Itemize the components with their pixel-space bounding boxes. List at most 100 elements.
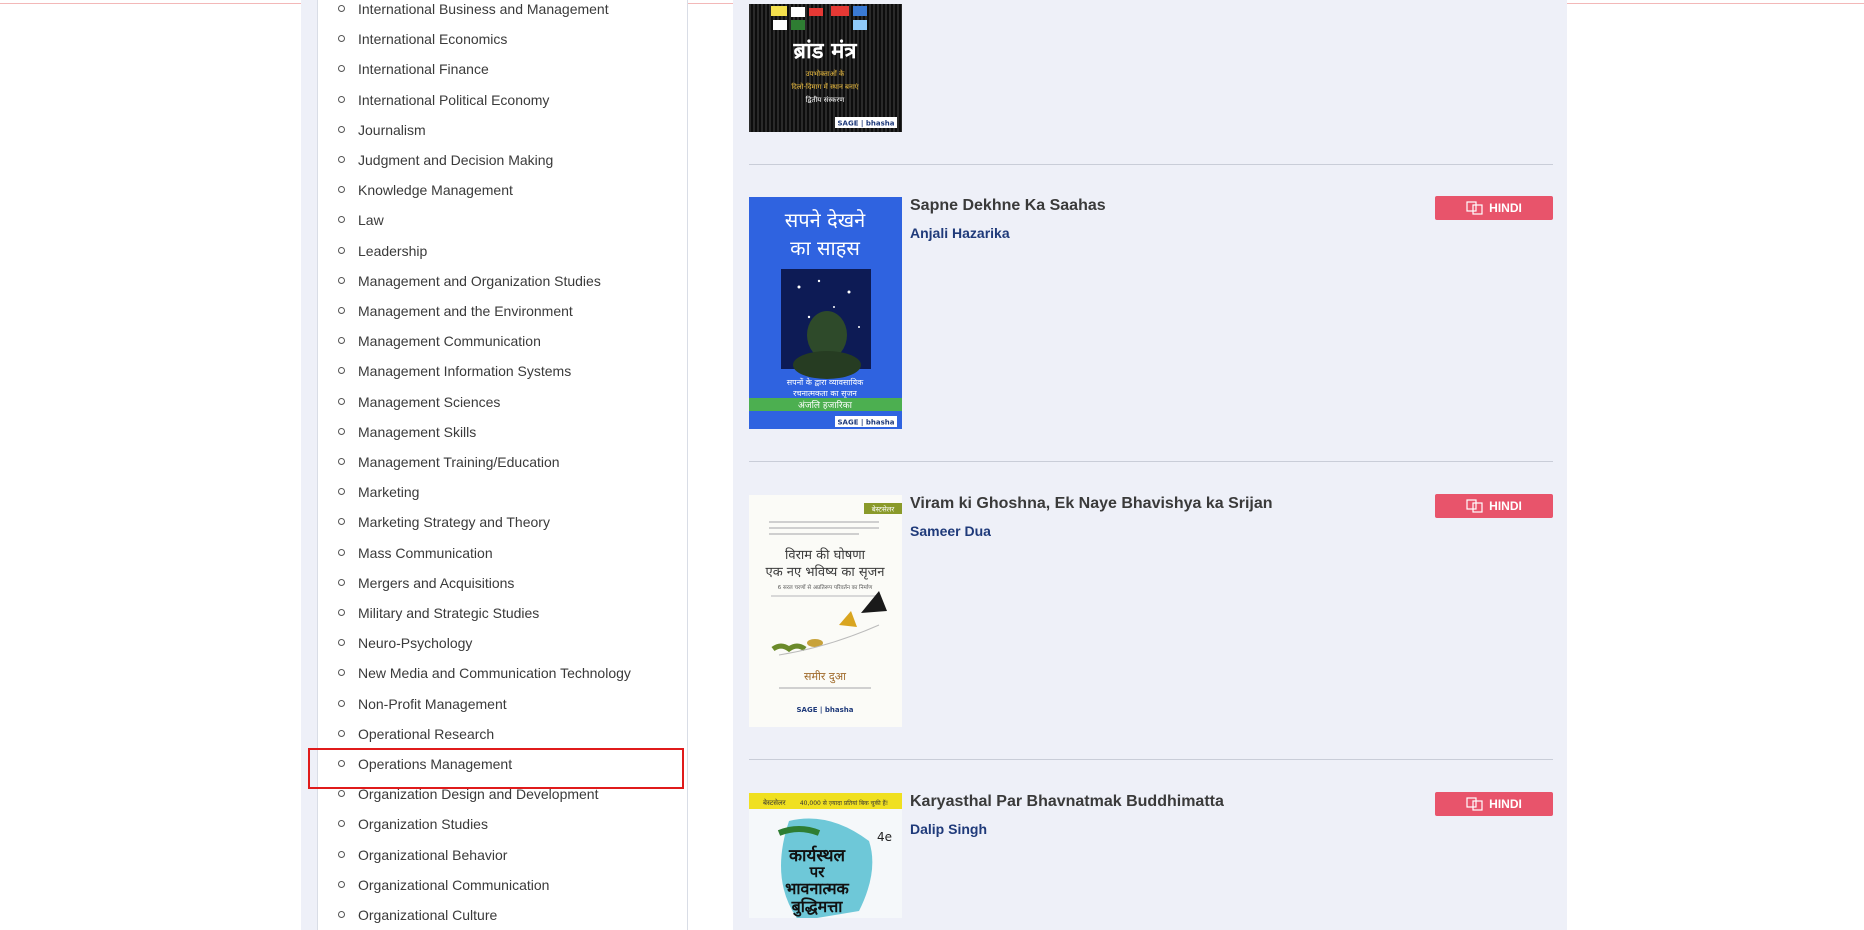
language-button[interactable]: HINDI xyxy=(1435,792,1553,816)
category-link[interactable]: Mass Communication xyxy=(338,543,493,563)
cover-title-text: ब्रांड मंत्र xyxy=(793,39,858,64)
category-link[interactable]: Marketing xyxy=(338,482,419,502)
bullet-icon xyxy=(338,64,345,72)
selected-category-highlight xyxy=(308,748,684,789)
book-cover[interactable]: ब्रांड मंत्र उपभोक्ताओं के दिलो-दिमाग मे… xyxy=(749,4,902,132)
category-link[interactable]: International Economics xyxy=(338,29,507,49)
bullet-icon xyxy=(338,638,345,646)
category-link[interactable]: Organizational Communication xyxy=(338,875,549,895)
category-label: Organization Studies xyxy=(358,816,488,832)
bullet-icon xyxy=(338,125,345,133)
svg-text:40,000 से ज़्यादा प्रतियां बिक: 40,000 से ज़्यादा प्रतियां बिक चुकी हैं! xyxy=(800,799,888,807)
category-link[interactable]: Operational Research xyxy=(338,724,494,744)
category-label: Management Training/Education xyxy=(358,454,560,470)
category-label: Mergers and Acquisitions xyxy=(358,575,515,591)
bullet-icon xyxy=(338,366,345,374)
book-author[interactable]: Dalip Singh xyxy=(910,821,987,837)
book-title[interactable]: Viram ki Ghoshna, Ek Naye Bhavishya ka S… xyxy=(910,495,1273,513)
category-link[interactable]: Management Communication xyxy=(338,331,541,351)
category-link[interactable]: Journalism xyxy=(338,120,426,140)
book-cover[interactable]: बेस्टसेलर 40,000 से ज़्यादा प्रतियां बिक… xyxy=(749,793,902,918)
svg-text:रचनात्मकता का सृजन: रचनात्मकता का सृजन xyxy=(793,389,857,399)
svg-text:बुद्धिमत्ता: बुद्धिमत्ता xyxy=(791,897,844,917)
category-link[interactable]: Law xyxy=(338,210,384,230)
category-link[interactable]: Marketing Strategy and Theory xyxy=(338,512,550,532)
bullet-icon xyxy=(338,517,345,525)
svg-text:उपभोक्ताओं के: उपभोक्ताओं के xyxy=(806,69,845,78)
bullet-icon xyxy=(338,4,345,12)
bullet-icon xyxy=(338,487,345,495)
svg-text:बेस्टसेलर: बेस्टसेलर xyxy=(872,505,895,514)
book-title[interactable]: Sapne Dekhne Ka Saahas xyxy=(910,197,1106,215)
bullet-icon xyxy=(338,34,345,42)
category-label: Non-Profit Management xyxy=(358,696,507,712)
language-button[interactable]: HINDI xyxy=(1435,196,1553,220)
category-link[interactable]: Neuro-Psychology xyxy=(338,633,472,653)
bullet-icon xyxy=(338,668,345,676)
bullet-icon xyxy=(338,427,345,435)
book-author[interactable]: Anjali Hazarika xyxy=(910,225,1010,241)
svg-text:द्वितीय संस्करण: द्वितीय संस्करण xyxy=(806,95,846,104)
category-label: Law xyxy=(358,212,384,228)
svg-text:SAGE | bhasha: SAGE | bhasha xyxy=(796,706,853,715)
category-label: Leadership xyxy=(358,243,428,259)
category-link[interactable]: Leadership xyxy=(338,241,427,261)
category-link[interactable]: International Finance xyxy=(338,59,489,79)
translate-icon xyxy=(1466,499,1483,513)
category-label: Neuro-Psychology xyxy=(358,635,473,651)
bullet-icon xyxy=(338,397,345,405)
category-link[interactable]: Organization Studies xyxy=(338,814,488,834)
bullet-icon xyxy=(338,699,345,707)
category-link[interactable]: Management and Organization Studies xyxy=(338,271,601,291)
category-link[interactable]: Management Information Systems xyxy=(338,361,571,381)
category-label: Organizational Culture xyxy=(358,907,498,923)
language-label: HINDI xyxy=(1489,499,1522,513)
bullet-icon xyxy=(338,910,345,918)
bullet-icon xyxy=(338,336,345,344)
svg-text:भावनात्मक: भावनात्मक xyxy=(785,879,849,898)
category-label: Military and Strategic Studies xyxy=(358,605,540,621)
book-cover[interactable]: बेस्टसेलर विराम की घोषणा एक नए भविष्य का… xyxy=(749,495,902,727)
category-link[interactable]: New Media and Communication Technology xyxy=(338,663,631,683)
bullet-icon xyxy=(338,819,345,827)
bullet-icon xyxy=(338,880,345,888)
svg-text:4e: 4e xyxy=(877,830,892,844)
category-label: Mass Communication xyxy=(358,545,493,561)
bullet-icon xyxy=(338,306,345,314)
category-link[interactable]: Knowledge Management xyxy=(338,180,513,200)
category-link[interactable]: Management Skills xyxy=(338,422,476,442)
category-label: International Economics xyxy=(358,31,508,47)
publisher-logo: SAGE | bhasha xyxy=(837,120,894,129)
bullet-icon xyxy=(338,155,345,163)
book-cover[interactable]: सपने देखने का साहस सपनों के द्वारा व्याव… xyxy=(749,197,902,429)
category-label: Management Information Systems xyxy=(358,363,572,379)
bullet-icon xyxy=(338,578,345,586)
svg-text:एक नए भविष्य का सृजन: एक नए भविष्य का सृजन xyxy=(766,564,886,580)
category-link[interactable]: Management and the Environment xyxy=(338,301,573,321)
category-link[interactable]: Non-Profit Management xyxy=(338,694,507,714)
category-link[interactable]: Organizational Culture xyxy=(338,905,497,925)
category-label: Management Skills xyxy=(358,424,477,440)
category-label: New Media and Communication Technology xyxy=(358,665,631,681)
category-link[interactable]: Organizational Behavior xyxy=(338,845,507,865)
language-label: HINDI xyxy=(1489,201,1522,215)
category-link[interactable]: International Political Economy xyxy=(338,90,549,110)
category-link[interactable]: Military and Strategic Studies xyxy=(338,603,539,623)
bullet-icon xyxy=(338,850,345,858)
category-link[interactable]: Management Training/Education xyxy=(338,452,560,472)
book-divider xyxy=(749,461,1553,462)
book-title[interactable]: Karyasthal Par Bhavnatmak Buddhimatta xyxy=(910,793,1224,811)
category-link[interactable]: Mergers and Acquisitions xyxy=(338,573,514,593)
bullet-icon xyxy=(338,215,345,223)
category-link[interactable]: Judgment and Decision Making xyxy=(338,150,553,170)
category-label: Management and the Environment xyxy=(358,303,573,319)
category-link[interactable]: Management Sciences xyxy=(338,392,500,412)
language-button[interactable]: HINDI xyxy=(1435,494,1553,518)
book-author[interactable]: Sameer Dua xyxy=(910,523,991,539)
bullet-icon xyxy=(338,246,345,254)
category-label: Knowledge Management xyxy=(358,182,513,198)
bullet-icon xyxy=(338,729,345,737)
category-label: Marketing Strategy and Theory xyxy=(358,514,550,530)
language-label: HINDI xyxy=(1489,797,1522,811)
category-link[interactable]: International Business and Management xyxy=(338,0,609,19)
